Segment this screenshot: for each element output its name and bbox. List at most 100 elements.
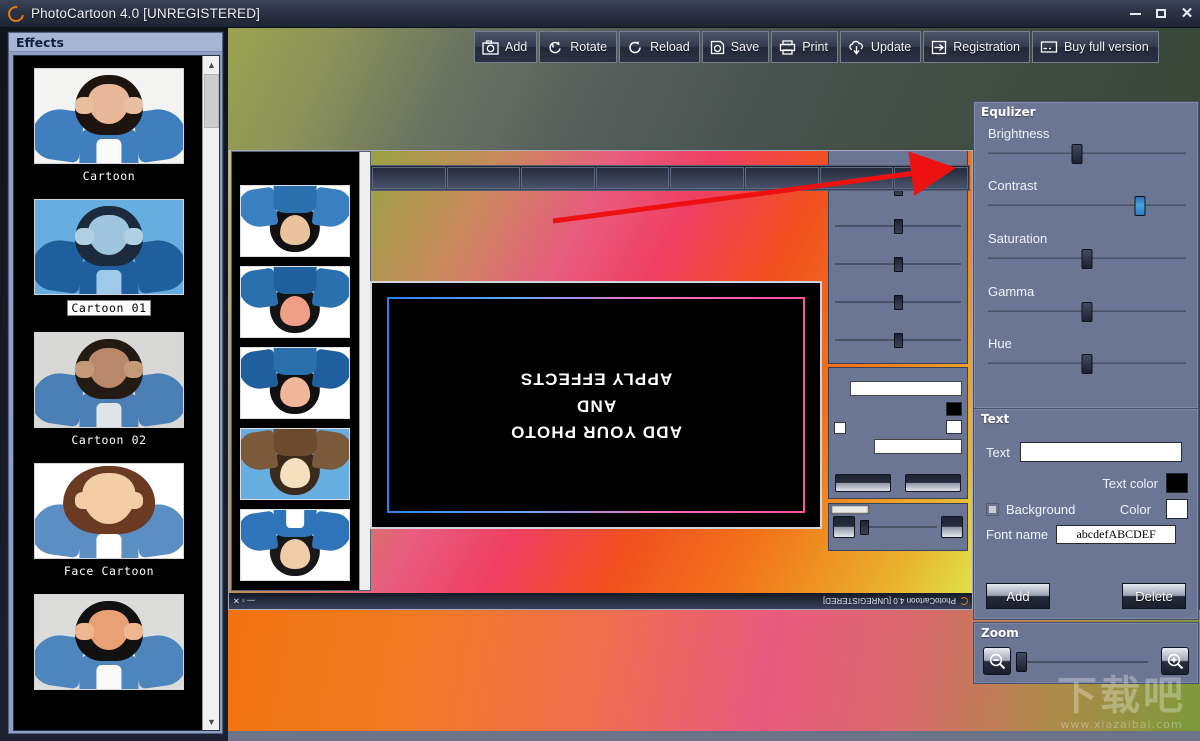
zoom-slider-thumb[interactable] xyxy=(1016,652,1027,672)
toolbar-label: Registration xyxy=(953,40,1020,54)
photo-mirror-strip-item xyxy=(240,428,350,500)
effect-item-face-cartoon[interactable]: Face Cartoon xyxy=(14,451,204,582)
photo-mirror-zoom-thumb xyxy=(860,520,869,535)
toolbar-button-buy-full-version[interactable]: Buy full version xyxy=(1031,31,1159,63)
text-input-row: Text xyxy=(986,442,1188,462)
font-name-row: Font name abcdefABCDEF xyxy=(986,525,1188,544)
toolbar-label: Reload xyxy=(650,40,690,54)
toolbar-button-print[interactable]: Print xyxy=(771,31,838,63)
magnifier-plus-icon xyxy=(1167,653,1183,669)
photo-mirror-toolbar-button xyxy=(521,167,595,189)
gamma-slider-thumb[interactable] xyxy=(1081,302,1093,322)
photo-mirror-strip-item xyxy=(240,509,350,581)
photo-mirror-delete-button xyxy=(835,474,891,492)
equalizer-title: Equlizer xyxy=(981,105,1036,119)
text-color-row: Text color xyxy=(986,473,1188,493)
effect-label: Cartoon xyxy=(82,169,136,183)
gamma-slider-track[interactable] xyxy=(988,302,1186,322)
toolbar-label: Buy full version xyxy=(1063,40,1149,54)
toolbar-label: Rotate xyxy=(570,40,608,54)
effect-item-cartoon-01[interactable]: Cartoon 01 xyxy=(14,187,204,320)
app-logo-icon xyxy=(4,2,28,25)
toolbar-button-update[interactable]: Update xyxy=(839,31,922,63)
contrast-slider-thumb[interactable] xyxy=(1134,196,1146,216)
credit-card-icon xyxy=(1040,41,1058,53)
photo-mirror-text-field xyxy=(850,381,962,396)
window-title: PhotoCartoon 4.0 [UNREGISTERED] xyxy=(31,6,260,21)
zoom-in-button[interactable] xyxy=(1161,647,1189,675)
photo-mirror-toolbar-button xyxy=(819,167,894,189)
text-color-swatch[interactable] xyxy=(1166,473,1188,493)
maximize-button[interactable] xyxy=(1148,0,1174,28)
scroll-up-button[interactable]: ▲ xyxy=(203,56,219,73)
photo-mirror-titlebar: PhotoCartoon 4.0 [UNREGISTERED] — ▫ ✕ xyxy=(229,593,972,609)
photo-mirror-color-swatch xyxy=(946,420,962,434)
photo-mirror-zoom-track xyxy=(861,526,937,528)
photo-caption: ADD YOUR PHOTO AND APPLY EFFECTS xyxy=(372,365,820,444)
effect-label: Face Cartoon xyxy=(63,564,155,578)
hue-slider-track[interactable] xyxy=(988,354,1186,374)
equalizer-row-hue: Hue xyxy=(988,336,1186,374)
effect-item-cartoon-02[interactable]: Cartoon 02 xyxy=(14,320,204,451)
application-window: PhotoCartoon 4.0 [UNREGISTERED] ✕ PhotoC… xyxy=(0,0,1200,741)
hue-slider-thumb[interactable] xyxy=(1081,354,1093,374)
toolbar-button-registration[interactable]: Registration xyxy=(923,31,1030,63)
text-color-label: Text color xyxy=(1102,475,1158,491)
photo-mirror-toolbar-button xyxy=(894,167,968,189)
brightness-slider-track[interactable] xyxy=(988,144,1186,164)
floppy-disk-icon xyxy=(710,40,724,54)
photo-mirror-zoom-out-button xyxy=(941,516,963,538)
toolbar-button-add[interactable]: Add xyxy=(474,31,538,63)
saturation-slider-track[interactable] xyxy=(988,249,1186,269)
effect-thumbnail xyxy=(34,463,184,559)
cloud-download-icon xyxy=(849,40,863,55)
photo-mirror-strip-item xyxy=(240,347,350,419)
zoom-slider-track[interactable] xyxy=(1026,661,1148,663)
photo-mirror-add-button xyxy=(905,474,961,492)
saturation-slider-thumb[interactable] xyxy=(1081,249,1093,269)
effects-list[interactable]: Cartoon Cartoon 01 Cartoon 02 Face Carto… xyxy=(13,55,220,731)
effect-thumbnail xyxy=(34,68,184,164)
photo-mirror-text-panel xyxy=(828,367,968,499)
font-name-label: Font name xyxy=(986,527,1049,542)
toolbar-label: Update xyxy=(870,40,912,54)
effects-scrollbar[interactable]: ▲ ▼ xyxy=(202,56,219,730)
zoom-panel: Zoom xyxy=(973,622,1199,684)
toolbar-button-save[interactable]: Save xyxy=(701,31,770,63)
toolbar-button-rotate[interactable]: Rotate xyxy=(539,31,618,63)
text-panel: Text Text Text color Background Color Fo… xyxy=(973,408,1199,620)
scroll-down-button[interactable]: ▼ xyxy=(203,713,219,730)
photo-mirror-toolbar-button xyxy=(595,167,670,189)
brightness-slider-thumb[interactable] xyxy=(1071,144,1083,164)
font-name-field[interactable]: abcdefABCDEF xyxy=(1056,525,1177,544)
background-row: Background Color xyxy=(986,499,1188,519)
photo-mirror-strip-item xyxy=(240,185,350,257)
delete-text-button[interactable]: Delete xyxy=(1122,583,1186,609)
text-input[interactable] xyxy=(1020,442,1182,462)
photo-mirror-toolbar-button xyxy=(745,167,819,189)
slider-label: Gamma xyxy=(988,284,1035,299)
photo-caption-line-2: AND xyxy=(575,396,617,416)
printer-icon xyxy=(780,39,796,55)
contrast-slider-track[interactable] xyxy=(988,196,1186,216)
toolbar-label: Print xyxy=(802,40,828,54)
zoom-out-button[interactable] xyxy=(983,647,1011,675)
photo-mirror-logo-icon xyxy=(960,597,968,605)
text-panel-title: Text xyxy=(981,412,1010,426)
background-checkbox[interactable] xyxy=(986,502,999,516)
effect-item-partial[interactable] xyxy=(14,582,204,699)
edited-photo[interactable]: PhotoCartoon 4.0 [UNREGISTERED] — ▫ ✕ AD… xyxy=(228,150,973,610)
window-controls: ✕ xyxy=(1122,0,1200,28)
close-button[interactable]: ✕ xyxy=(1174,0,1200,28)
title-bar: PhotoCartoon 4.0 [UNREGISTERED] ✕ xyxy=(0,0,1200,28)
photo-mirror-toolbar-button xyxy=(446,167,521,189)
magnifier-minus-icon xyxy=(989,653,1005,669)
effects-panel: Effects Cartoon Cartoon 01 Cartoon 02 Fa… xyxy=(8,32,223,734)
minimize-button[interactable] xyxy=(1122,0,1148,28)
scrollbar-thumb[interactable] xyxy=(204,74,219,128)
effect-item-cartoon[interactable]: Cartoon xyxy=(14,56,204,187)
add-text-button[interactable]: Add xyxy=(986,583,1050,609)
slider-label: Saturation xyxy=(988,231,1048,246)
background-color-swatch[interactable] xyxy=(1166,499,1188,519)
toolbar-button-reload[interactable]: Reload xyxy=(619,31,700,63)
